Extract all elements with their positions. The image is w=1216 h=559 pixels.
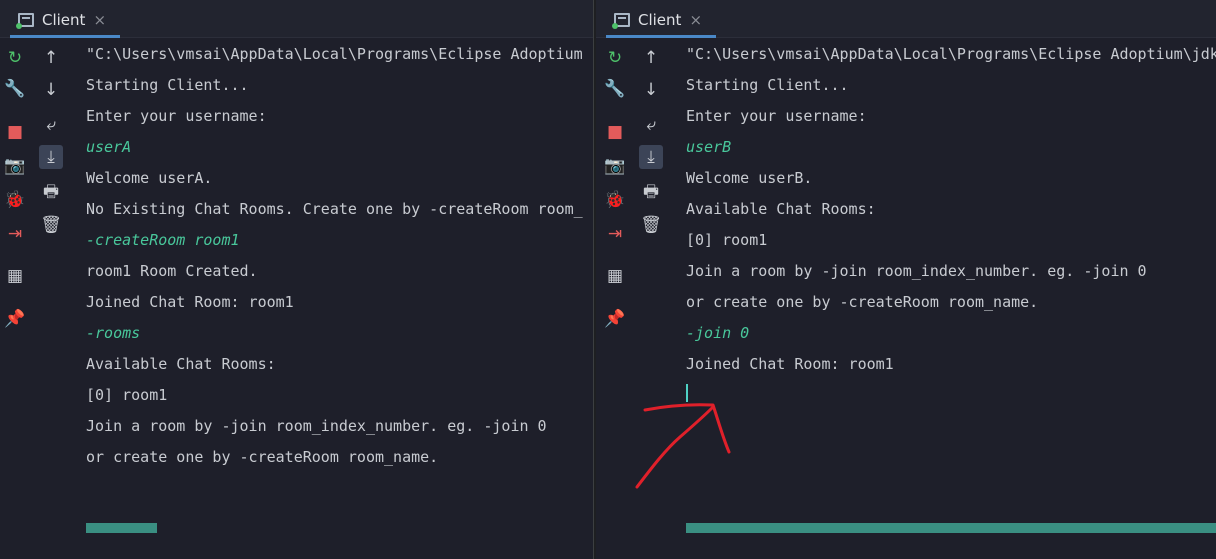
right-console-pane: Client × ↻ 🔧 ■ 📷 🐞 ⇥ ▦ 📌 ↑ ↓ ⤶ ⤓ 🖶 🗑 "C:… bbox=[596, 0, 1216, 559]
print-icon[interactable]: 🖶 bbox=[39, 181, 63, 205]
console-input-line: userA bbox=[86, 138, 132, 156]
console-output-line: [0] room1 bbox=[686, 231, 768, 249]
soft-wrap-icon[interactable]: ⤶ bbox=[39, 113, 63, 137]
left-toolbar-secondary: ↑ ↓ ⤶ ⤓ 🖶 🗑 bbox=[32, 38, 70, 559]
console-output-line: Welcome userB. bbox=[686, 169, 813, 187]
print-icon[interactable]: 🖶 bbox=[639, 181, 663, 205]
left-tab-label: Client bbox=[42, 10, 86, 29]
left-toolbar-primary: ↻ 🔧 ■ 📷 🐞 ⇥ ▦ 📌 bbox=[0, 38, 32, 559]
text-cursor bbox=[686, 384, 688, 402]
console-input-line: userB bbox=[686, 138, 732, 156]
stop-icon[interactable]: ■ bbox=[603, 120, 627, 144]
soft-wrap-icon[interactable]: ⤶ bbox=[639, 113, 663, 137]
right-horizontal-scrollbar[interactable] bbox=[686, 523, 1216, 533]
trash-icon[interactable]: 🗑 bbox=[39, 213, 63, 237]
right-toolbar-primary: ↻ 🔧 ■ 📷 🐞 ⇥ ▦ 📌 bbox=[600, 38, 632, 559]
console-output-line: or create one by -createRoom room_name. bbox=[86, 448, 439, 466]
console-output-line: "C:\Users\vmsai\AppData\Local\Programs\E… bbox=[86, 45, 583, 63]
rerun-icon[interactable]: ↻ bbox=[3, 46, 27, 70]
console-output-line: No Existing Chat Rooms. Create one by -c… bbox=[86, 200, 583, 218]
console-output-line: Joined Chat Room: room1 bbox=[86, 293, 294, 311]
layout-icon[interactable]: ▦ bbox=[3, 264, 27, 288]
wrench-icon[interactable]: 🔧 bbox=[3, 77, 27, 101]
console-output-line: room1 Room Created. bbox=[86, 262, 258, 280]
left-horizontal-scrollbar[interactable] bbox=[86, 523, 157, 533]
console-output-line: [0] room1 bbox=[86, 386, 168, 404]
right-tab-close-button[interactable]: × bbox=[689, 11, 702, 29]
scroll-to-end-icon[interactable]: ⤓ bbox=[639, 145, 663, 169]
pin-icon[interactable]: 📌 bbox=[603, 307, 627, 331]
console-input-line: -createRoom room1 bbox=[86, 231, 240, 249]
scroll-to-end-icon[interactable]: ⤓ bbox=[39, 145, 63, 169]
layout-icon[interactable]: ▦ bbox=[603, 264, 627, 288]
console-output-line: Join a room by -join room_index_number. … bbox=[86, 417, 547, 435]
console-window-icon bbox=[16, 12, 34, 29]
exit-icon[interactable]: ⇥ bbox=[3, 222, 27, 246]
rerun-icon[interactable]: ↻ bbox=[603, 46, 627, 70]
left-console-output[interactable]: "C:\Users\vmsai\AppData\Local\Programs\E… bbox=[86, 38, 583, 559]
console-input-line: -join 0 bbox=[686, 324, 750, 342]
scroll-up-icon[interactable]: ↑ bbox=[639, 46, 663, 70]
left-console-pane: Client × ↻ 🔧 ■ 📷 🐞 ⇥ ▦ 📌 ↑ ↓ ⤶ ⤓ 🖶 🗑 "C:… bbox=[0, 0, 594, 559]
pin-icon[interactable]: 📌 bbox=[3, 307, 27, 331]
exit-icon[interactable]: ⇥ bbox=[603, 222, 627, 246]
console-output-line: Enter your username: bbox=[686, 107, 867, 125]
console-output-line: Enter your username: bbox=[86, 107, 267, 125]
console-output-line: "C:\Users\vmsai\AppData\Local\Programs\E… bbox=[686, 45, 1216, 63]
console-window-icon bbox=[612, 12, 630, 29]
right-console-output[interactable]: "C:\Users\vmsai\AppData\Local\Programs\E… bbox=[686, 38, 1216, 559]
console-output-line: Available Chat Rooms: bbox=[686, 200, 876, 218]
console-output-line: Starting Client... bbox=[686, 76, 849, 94]
left-tab-bar: Client × bbox=[0, 0, 593, 38]
right-tab-bar: Client × bbox=[596, 0, 1216, 38]
left-tab-client[interactable]: Client × bbox=[10, 4, 120, 38]
console-output-line: Welcome userA. bbox=[86, 169, 213, 187]
debug-bug-icon[interactable]: 🐞 bbox=[3, 188, 27, 212]
console-output-line: or create one by -createRoom room_name. bbox=[686, 293, 1039, 311]
right-tab-client[interactable]: Client × bbox=[606, 4, 716, 38]
left-tab-close-button[interactable]: × bbox=[93, 11, 106, 29]
debug-bug-icon[interactable]: 🐞 bbox=[603, 188, 627, 212]
console-output-line: Joined Chat Room: room1 bbox=[686, 355, 894, 373]
trash-icon[interactable]: 🗑 bbox=[639, 213, 663, 237]
right-toolbar-secondary: ↑ ↓ ⤶ ⤓ 🖶 🗑 bbox=[632, 38, 670, 559]
scroll-up-icon[interactable]: ↑ bbox=[39, 46, 63, 70]
scroll-down-icon[interactable]: ↓ bbox=[39, 78, 63, 102]
stop-icon[interactable]: ■ bbox=[3, 120, 27, 144]
scroll-down-icon[interactable]: ↓ bbox=[639, 78, 663, 102]
camera-icon[interactable]: 📷 bbox=[603, 154, 627, 178]
right-tab-label: Client bbox=[638, 10, 682, 29]
console-output-line: Available Chat Rooms: bbox=[86, 355, 276, 373]
console-output-line: Join a room by -join room_index_number. … bbox=[686, 262, 1147, 280]
wrench-icon[interactable]: 🔧 bbox=[603, 77, 627, 101]
console-input-line: -rooms bbox=[86, 324, 141, 342]
camera-icon[interactable]: 📷 bbox=[3, 154, 27, 178]
console-output-line: Starting Client... bbox=[86, 76, 249, 94]
